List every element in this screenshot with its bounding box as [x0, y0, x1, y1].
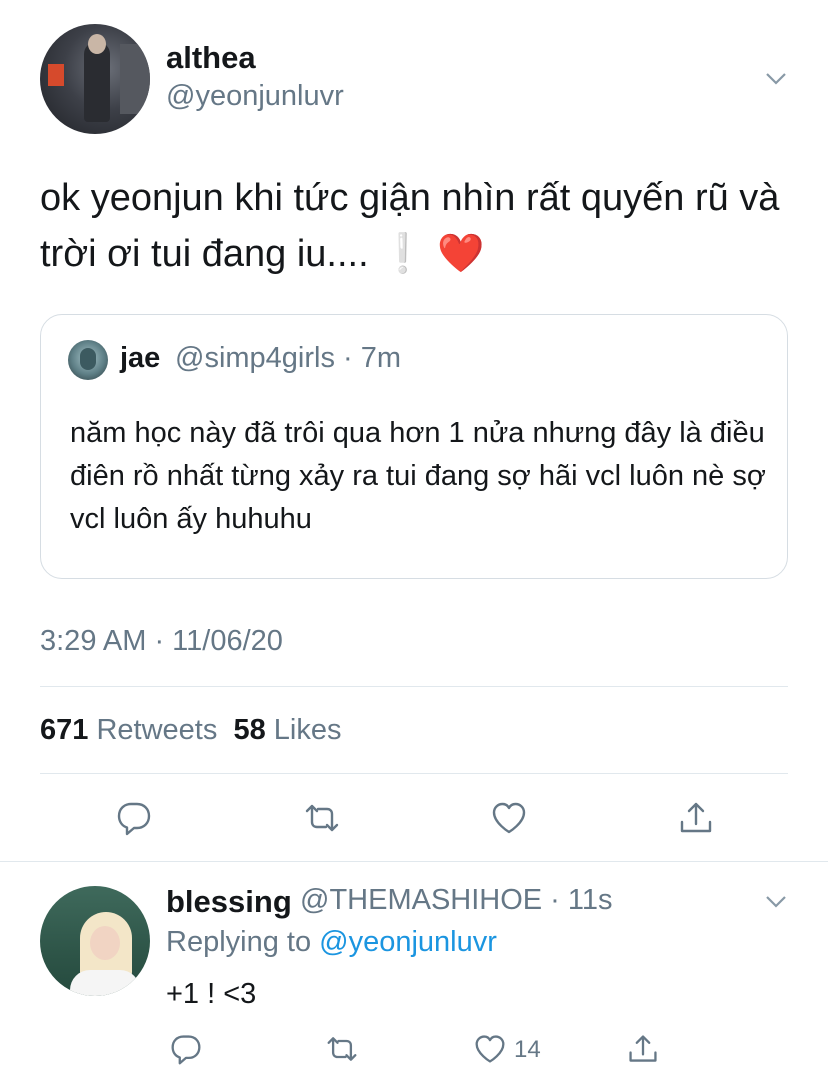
tweet-text: ok yeonjun khi tức giận nhìn rất quyến r…: [40, 170, 800, 282]
reply-text: +1 ! <3: [166, 978, 257, 1010]
share-icon[interactable]: [678, 800, 714, 836]
share-icon[interactable]: [627, 1033, 659, 1065]
author-display-name[interactable]: althea: [166, 40, 256, 76]
exclamation-emoji: ❕: [379, 233, 427, 275]
section-separator: [0, 861, 828, 862]
quoted-author-avatar: [68, 340, 108, 380]
reply-icon[interactable]: [116, 800, 152, 836]
replying-to: Replying to @yeonjunluvr: [166, 926, 497, 959]
chevron-down-icon[interactable]: [765, 72, 787, 86]
reply-author-avatar[interactable]: [40, 886, 150, 996]
reply-display-name[interactable]: blessing: [166, 884, 292, 920]
replying-to-mention[interactable]: @yeonjunluvr: [319, 926, 497, 958]
like-icon[interactable]: [474, 1033, 506, 1065]
reply-icon[interactable]: [170, 1033, 202, 1065]
divider: [40, 686, 788, 687]
replying-to-label: Replying to: [166, 926, 312, 958]
engagement-stats: 671 Retweets 58 Likes: [40, 714, 342, 747]
quoted-handle-time: @simp4girls · 7m: [175, 342, 402, 374]
retweet-icon[interactable]: [326, 1033, 358, 1065]
heart-emoji: ❤️: [437, 233, 485, 275]
divider: [40, 773, 788, 774]
author-handle[interactable]: @yeonjunluvr: [166, 80, 344, 113]
quoted-display-name: jae: [120, 342, 161, 374]
retweet-icon[interactable]: [304, 800, 340, 836]
retweets-label[interactable]: Retweets: [96, 714, 217, 746]
likes-count[interactable]: 58: [233, 714, 265, 746]
reply-like-count: 14: [514, 1036, 541, 1063]
reply-handle-time[interactable]: @THEMASHIHOE · 11s: [300, 884, 613, 917]
author-avatar[interactable]: [40, 24, 150, 134]
likes-label[interactable]: Likes: [274, 714, 342, 746]
tweet-timestamp[interactable]: 3:29 AM · 11/06/20: [40, 625, 283, 658]
retweets-count[interactable]: 671: [40, 714, 88, 746]
quoted-tweet-text: năm học này đã trôi qua hơn 1 nửa nhưng …: [70, 417, 766, 535]
chevron-down-icon[interactable]: [765, 895, 787, 909]
like-icon[interactable]: [491, 800, 527, 836]
